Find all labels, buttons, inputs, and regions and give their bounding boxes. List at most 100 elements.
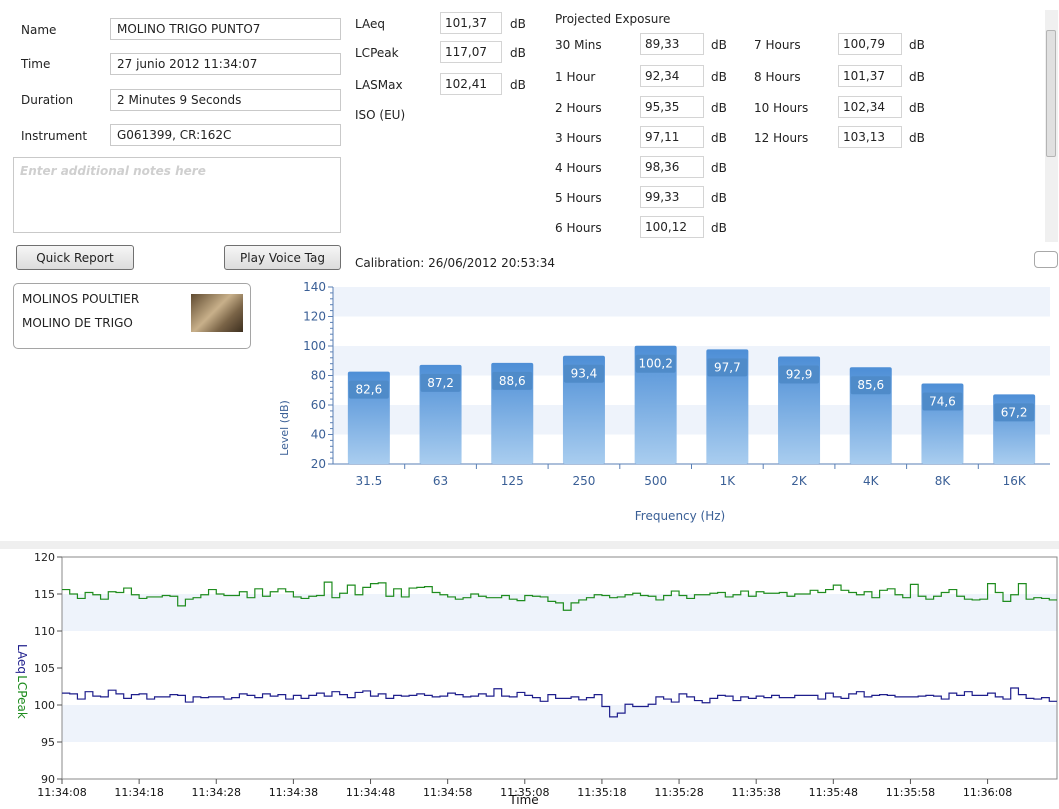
bar-x-tick-label: 16K [1003,474,1027,488]
exposure-value: 95,35 [640,96,704,118]
metric-value-lcpeak: 117,07 [440,41,502,63]
bar-value-label: 92,9 [786,367,813,381]
duration-label: Duration [21,93,74,107]
line-ylabel-laeq: LAeq [15,644,29,674]
time-label: Time [21,57,51,71]
bar-chart-xlabel: Frequency (Hz) [635,509,726,523]
exposure-unit: dB [711,101,727,115]
exposure-label: 7 Hours [754,38,801,52]
bar-x-tick-label: 125 [501,474,524,488]
metric-unit: dB [510,17,526,31]
bar-value-label: 88,6 [499,374,526,388]
grid-band [62,705,1057,742]
more-icon[interactable] [1034,251,1058,268]
bar-x-tick-label: 500 [644,474,667,488]
frequency-bar-chart: Level (dB) Frequency (Hz) 20 40 60 80 100 120… [278,280,1050,523]
exposure-unit: dB [711,70,727,84]
bar-value-label: 67,2 [1001,405,1028,419]
metric-unit: dB [510,78,526,92]
exposure-value: 98,36 [640,156,704,178]
metric-label-lcpeak: LCPeak [355,46,399,60]
exposure-label: 30 Mins [555,38,602,52]
name-label: Name [21,23,57,37]
line-x-tick-label: 11:35:38 [731,786,780,799]
bar-x-tick-label: 1K [720,474,737,488]
location-line-2: MOLINO DE TRIGO [22,316,133,330]
metric-label-laeq: LAeq [355,17,385,31]
bar-value-label: 97,7 [714,360,741,374]
exposure-value: 99,33 [640,186,704,208]
line-y-tick-label: 90 [41,773,55,786]
line-y-tick-label: 95 [41,736,55,749]
line-x-tick-label: 11:34:18 [114,786,163,799]
bar-y-tick-label: 20 [311,457,326,471]
exposure-label: 4 Hours [555,161,602,175]
exposure-label: 2 Hours [555,101,602,115]
line-x-tick-label: 11:36:08 [963,786,1012,799]
location-line-1: MOLINOS POULTIER [22,292,140,306]
location-card: MOLINOS POULTIER MOLINO DE TRIGO [13,283,251,349]
exposure-value: 89,33 [640,33,704,55]
line-x-tick-label: 11:34:08 [37,786,86,799]
line-y-tick-label: 105 [34,662,55,675]
line-x-tick-label: 11:34:28 [192,786,241,799]
exposure-unit: dB [909,101,925,115]
calibration-text: Calibration: 26/06/2012 20:53:34 [355,256,556,270]
bar-x-tick-label: 8K [935,474,952,488]
bar-x-tick-label: 63 [433,474,448,488]
bar-y-tick-label: 40 [311,428,326,442]
bar-value-label: 100,2 [638,357,672,371]
bar-value-label: 87,2 [427,376,454,390]
exposure-label: 8 Hours [754,70,801,84]
exposure-value: 102,34 [838,96,902,118]
metric-unit: dB [510,46,526,60]
notes-textarea[interactable] [13,157,341,233]
bar-y-tick-label: 120 [303,310,326,324]
exposure-value: 97,11 [640,126,704,148]
projected-exposure-title: Projected Exposure [555,12,671,26]
bar-value-label: 74,6 [929,394,956,408]
scrollbar-thumb[interactable] [1046,30,1056,157]
exposure-unit: dB [909,70,925,84]
play-voice-tag-button[interactable]: Play Voice Tag [224,245,341,270]
line-x-tick-label: 11:34:58 [423,786,472,799]
bar-chart-ylabel: Level (dB) [278,400,291,456]
line-y-tick-label: 115 [34,588,55,601]
bar-value-label: 85,6 [857,378,884,392]
exposure-unit: dB [711,38,727,52]
exposure-label: 3 Hours [555,131,602,145]
exposure-value: 100,79 [838,33,902,55]
line-x-tick-label: 11:34:48 [346,786,395,799]
exposure-label: 6 Hours [555,221,602,235]
duration-field[interactable]: 2 Minutes 9 Seconds [110,89,341,111]
bar-y-tick-label: 60 [311,398,326,412]
section-divider [0,541,1059,549]
time-history-chart: Time 9095100105110115120LAeqLCPeak11:34:… [15,551,1058,807]
exposure-value: 103,13 [838,126,902,148]
exposure-value: 92,34 [640,65,704,87]
line-x-tick-label: 11:35:28 [654,786,703,799]
bar-x-tick-label: 31.5 [355,474,382,488]
exposure-value: 101,37 [838,65,902,87]
line-x-tick-label: 11:35:08 [500,786,549,799]
exposure-unit: dB [711,191,727,205]
metric-label-lasmax: LASMax [355,78,403,92]
line-x-tick-label: 11:35:58 [886,786,935,799]
instrument-label: Instrument [21,129,88,143]
exposure-label: 5 Hours [555,191,602,205]
bar-y-tick-label: 100 [303,339,326,353]
line-x-tick-label: 11:35:18 [577,786,626,799]
bar-y-tick-label: 80 [311,369,326,383]
exposure-value: 100,12 [640,216,704,238]
quick-report-button[interactable]: Quick Report [16,245,134,270]
exposure-label: 1 Hour [555,70,596,84]
location-photo[interactable] [191,294,243,332]
line-plot-frame [61,556,1058,780]
bar-y-tick-label: 140 [303,280,326,294]
instrument-field[interactable]: G061399, CR:162C [110,124,341,146]
time-field[interactable]: 27 junio 2012 11:34:07 [110,53,341,75]
name-field[interactable]: MOLINO TRIGO PUNTO7 [110,18,341,40]
bar-value-label: 82,6 [355,383,382,397]
bar-x-tick-label: 250 [572,474,595,488]
grid-band [333,287,1050,317]
